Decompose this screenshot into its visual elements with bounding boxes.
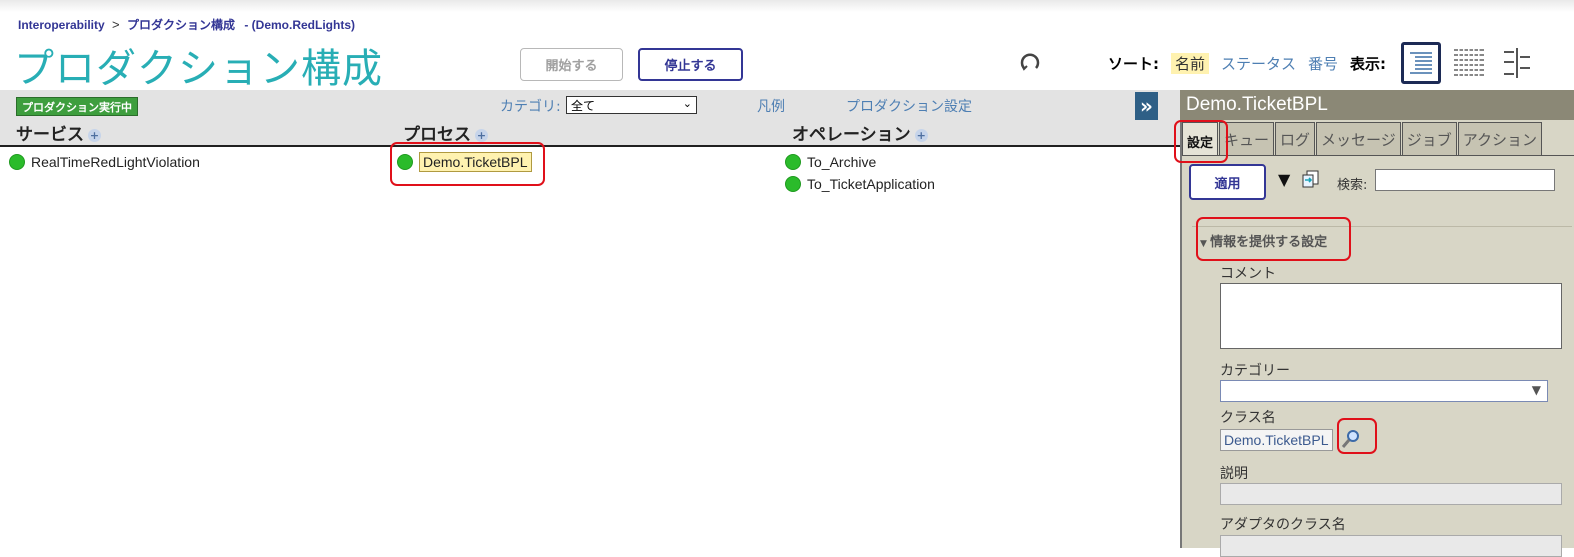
page-title: プロダクション構成 <box>14 46 383 92</box>
operation-item-label: To_Archive <box>807 154 877 170</box>
column-header-operations: オペレーション + <box>792 120 928 145</box>
list-item[interactable]: To_TicketApplication <box>785 176 935 192</box>
apply-button[interactable]: 適用 <box>1189 164 1266 200</box>
top-shade <box>0 0 1574 12</box>
comment-field[interactable] <box>1220 283 1562 349</box>
highlight-box-settings-tab <box>1174 120 1228 163</box>
add-process-icon[interactable]: + <box>475 129 488 142</box>
category-select-value: 全て <box>571 98 596 113</box>
production-settings-link[interactable]: プロダクション設定 <box>846 96 972 116</box>
sort-option-status[interactable]: ステータス <box>1221 53 1296 74</box>
category-select[interactable]: 全て ⌄ <box>566 96 697 114</box>
breadcrumb-separator: > <box>112 17 120 32</box>
sort-bar: ソート: 名前 ステータス 番号 表示: <box>1108 53 1386 74</box>
split-columns-icon <box>1504 48 1530 78</box>
start-button[interactable]: 開始する <box>520 48 623 81</box>
operations-header-label: オペレーション <box>792 125 911 145</box>
view-split-icon[interactable] <box>1497 42 1537 84</box>
copy-icon[interactable] <box>1302 170 1320 188</box>
sort-label: ソート: <box>1108 55 1159 73</box>
status-dot-icon <box>785 176 801 192</box>
category-field[interactable]: ▼ <box>1220 380 1548 402</box>
panel-title: Demo.TicketBPL <box>1180 90 1574 120</box>
tab-jobs[interactable]: ジョブ <box>1401 122 1457 156</box>
breadcrumb: Interoperability > プロダクション構成 - (Demo.Red… <box>18 16 355 33</box>
add-operation-icon[interactable]: + <box>914 129 928 142</box>
view-label: 表示: <box>1350 55 1387 73</box>
sort-option-number[interactable]: 番号 <box>1308 53 1338 74</box>
stop-button[interactable]: 停止する <box>638 48 743 81</box>
chevron-down-icon: ⌄ <box>682 97 692 110</box>
classname-field: Demo.TicketBPL <box>1220 429 1333 451</box>
sort-option-name[interactable]: 名前 <box>1171 53 1210 74</box>
list-item[interactable]: RealTimeRedLightViolation <box>9 154 200 170</box>
operation-item-label: To_TicketApplication <box>807 176 935 192</box>
add-service-icon[interactable]: + <box>88 129 101 142</box>
triangle-down-icon[interactable]: ▼ <box>1278 170 1290 189</box>
category-label: カテゴリ: <box>500 99 561 115</box>
grid-dots-icon <box>1454 46 1484 80</box>
highlight-box-magnifier <box>1337 418 1377 454</box>
services-header-label: サービス <box>16 125 84 145</box>
status-badge: プロダクション実行中 <box>16 97 138 116</box>
description-label: 説明 <box>1220 466 1248 482</box>
status-dot-icon <box>785 154 801 170</box>
highlight-box-section <box>1196 217 1351 261</box>
classname-label: クラス名 <box>1220 410 1276 426</box>
search-label: 検索: <box>1337 178 1368 193</box>
refresh-icon[interactable] <box>1018 51 1042 75</box>
adapter-class-label: アダプタのクラス名 <box>1220 517 1346 533</box>
description-field[interactable] <box>1220 483 1562 505</box>
tab-actions[interactable]: アクション <box>1457 122 1543 156</box>
service-item-label: RealTimeRedLightViolation <box>31 154 200 170</box>
view-list-icon[interactable] <box>1401 42 1441 84</box>
view-grid-icon[interactable] <box>1449 42 1489 84</box>
tab-divider <box>1182 155 1574 156</box>
search-input[interactable] <box>1375 169 1555 191</box>
tab-log[interactable]: ログ <box>1275 122 1316 156</box>
status-dot-icon <box>9 154 25 170</box>
expand-panel-button[interactable]: » <box>1135 92 1158 120</box>
legend-link[interactable]: 凡例 <box>757 96 785 116</box>
breadcrumb-page-link[interactable]: プロダクション構成 <box>127 18 235 32</box>
comment-label: コメント <box>1220 266 1276 282</box>
breadcrumb-root-link[interactable]: Interoperability <box>18 18 105 32</box>
column-header-services: サービス + <box>16 120 101 145</box>
panel-tabs: 設定 キュー ログ メッセージ ジョブ アクション <box>1182 122 1543 156</box>
dropdown-arrow-icon: ▼ <box>1531 383 1541 397</box>
list-lines-icon <box>1410 52 1432 74</box>
adapter-class-field <box>1220 535 1562 557</box>
highlight-box-process <box>390 142 545 186</box>
category-field-label: カテゴリー <box>1220 363 1290 379</box>
list-item[interactable]: To_Archive <box>785 154 876 170</box>
tab-messages[interactable]: メッセージ <box>1316 122 1401 156</box>
breadcrumb-current: - (Demo.RedLights) <box>244 18 355 32</box>
